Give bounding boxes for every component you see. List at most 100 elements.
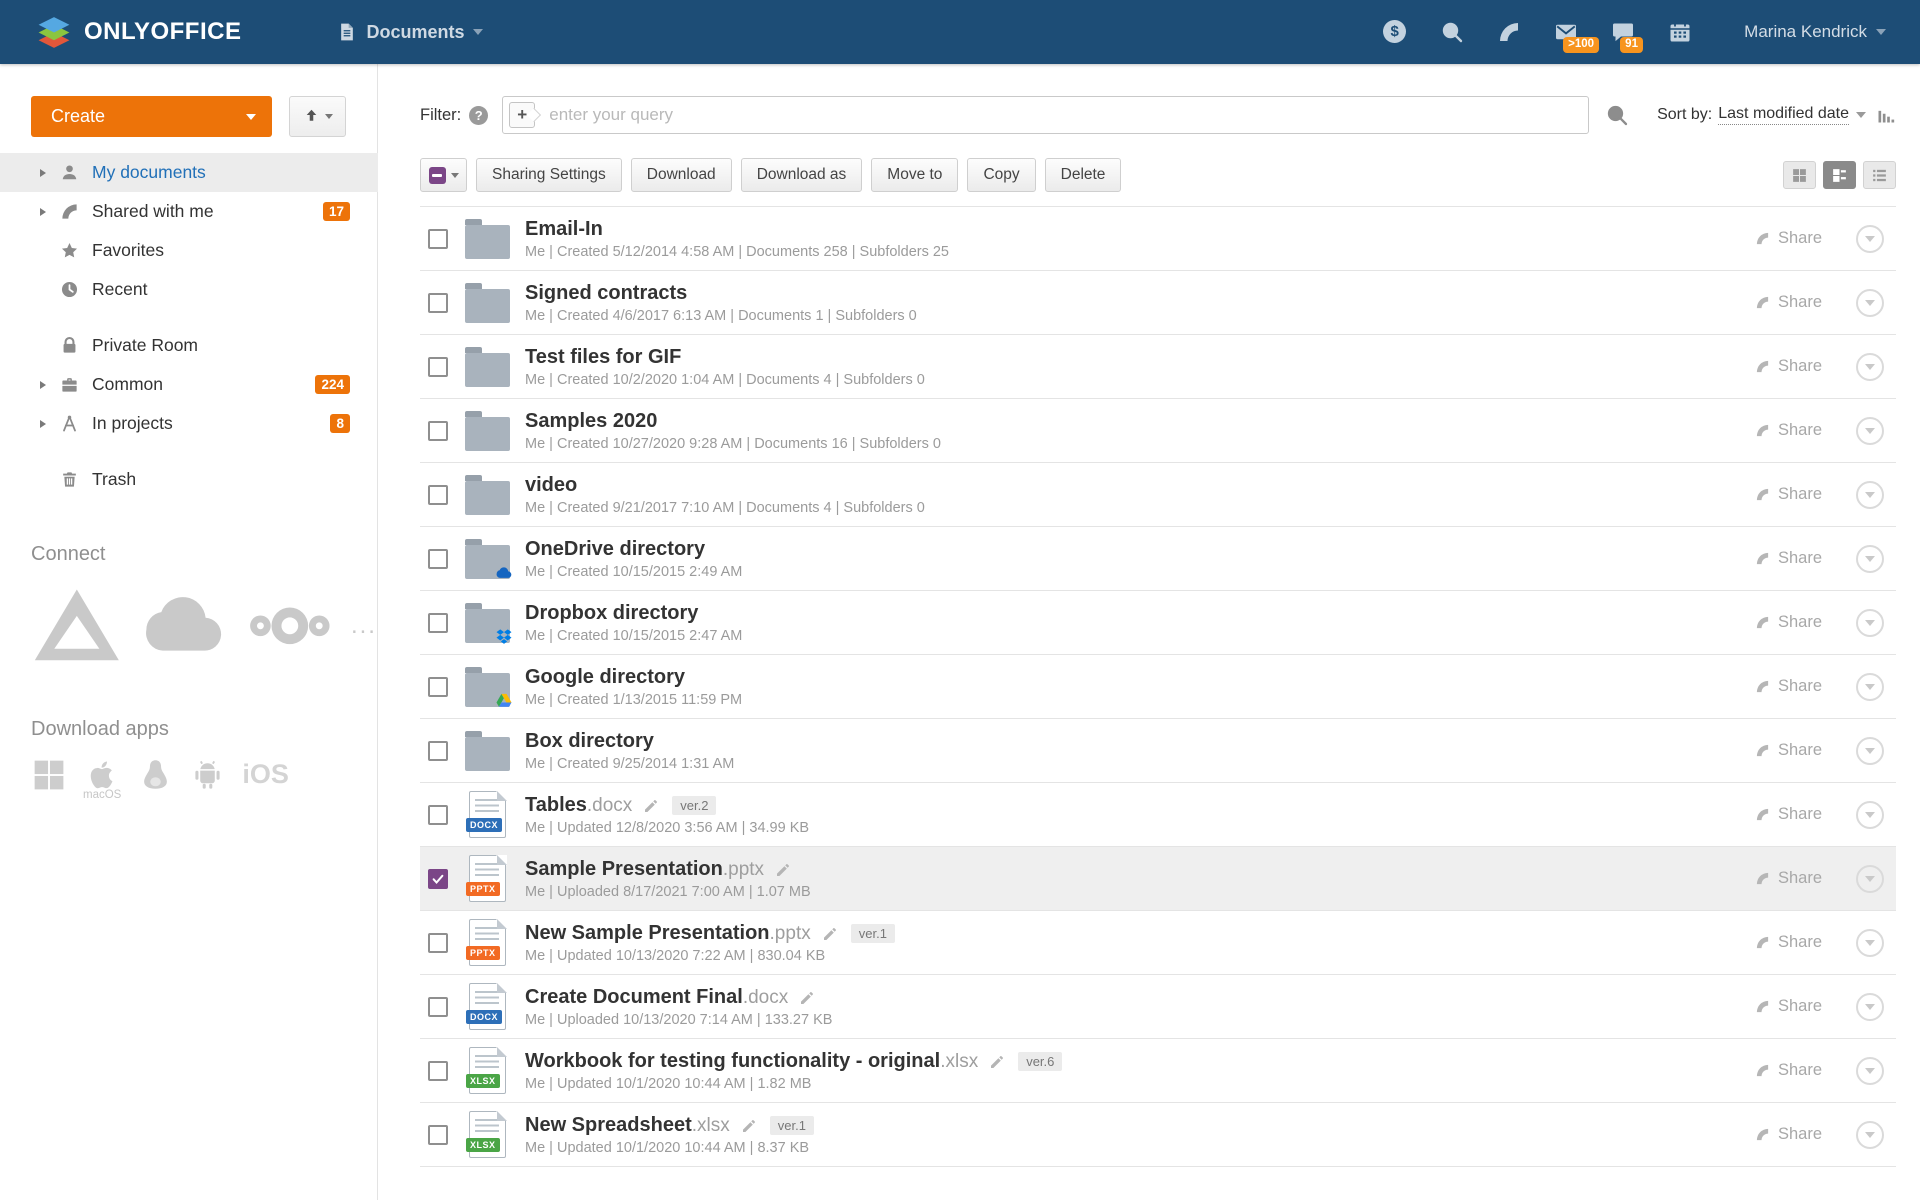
add-filter-button[interactable]: + [509,102,539,128]
file-row[interactable]: PPTXSample Presentation.pptxMe | Uploade… [420,847,1896,911]
share-button[interactable]: Share [1755,229,1822,248]
pencil-icon[interactable] [822,926,838,942]
file-row[interactable]: DOCXCreate Document Final.docxMe | Uploa… [420,975,1896,1039]
share-button[interactable]: Share [1755,933,1822,952]
row-menu-button[interactable] [1856,481,1884,509]
sidebar-item-favorites[interactable]: Favorites [0,231,378,270]
toolbar-move-to-button[interactable]: Move to [871,158,958,192]
row-menu-button[interactable] [1856,417,1884,445]
sidebar-item-shared-with-me[interactable]: Shared with me17 [0,192,378,231]
share-button[interactable]: Share [1755,421,1822,440]
row-menu-button[interactable] [1856,1057,1884,1085]
file-name[interactable]: Google directory [525,665,685,690]
sidebar-item-common[interactable]: Common224 [0,365,378,404]
expander-arrow-icon[interactable] [40,380,54,390]
expander-arrow-icon[interactable] [40,419,54,429]
calendar-button[interactable] [1668,20,1692,44]
row-menu-button[interactable] [1856,929,1884,957]
row-menu-button[interactable] [1856,353,1884,381]
file-name[interactable]: OneDrive directory [525,537,705,562]
file-row[interactable]: Signed contractsMe | Created 4/6/2017 6:… [420,271,1896,335]
compact-view-button[interactable] [1823,161,1856,189]
create-button[interactable]: Create [31,96,272,137]
row-checkbox[interactable] [428,485,448,505]
row-menu-button[interactable] [1856,993,1884,1021]
sidebar-item-recent[interactable]: Recent [0,270,378,309]
feed-button[interactable] [1497,20,1521,44]
share-button[interactable]: Share [1755,805,1822,824]
row-checkbox[interactable] [428,613,448,633]
search-icon[interactable] [1605,103,1629,127]
connect-gdrive-button[interactable] [31,580,123,672]
sidebar-item-in-projects[interactable]: In projects8 [0,404,378,443]
file-row[interactable]: XLSXWorkbook for testing functionality -… [420,1039,1896,1103]
file-row[interactable]: PPTXNew Sample Presentation.pptxver.1Me … [420,911,1896,975]
list-view-button[interactable] [1863,161,1896,189]
row-checkbox[interactable] [428,293,448,313]
sidebar-item-private-room[interactable]: Private Room [0,326,378,365]
row-menu-button[interactable] [1856,1121,1884,1149]
row-menu-button[interactable] [1856,545,1884,573]
file-name[interactable]: video [525,473,577,498]
pencil-icon[interactable] [643,798,659,814]
brand[interactable]: ONLYOFFICE [36,16,241,49]
row-menu-button[interactable] [1856,865,1884,893]
toolbar-copy-button[interactable]: Copy [967,158,1035,192]
more-services-button[interactable]: ... [351,621,377,631]
upload-button[interactable] [289,96,346,137]
module-selector[interactable]: Documents [337,21,483,43]
file-row[interactable]: Samples 2020Me | Created 10/27/2020 9:28… [420,399,1896,463]
connect-onedrive-button[interactable] [138,580,230,672]
row-menu-button[interactable] [1856,609,1884,637]
pencil-icon[interactable] [989,1054,1005,1070]
share-button[interactable]: Share [1755,613,1822,632]
version-badge[interactable]: ver.2 [672,796,716,815]
file-name[interactable]: Box directory [525,729,654,754]
mail-button[interactable]: >100 [1554,20,1578,44]
file-row[interactable]: Box directoryMe | Created 9/25/2014 1:31… [420,719,1896,783]
row-menu-button[interactable] [1856,225,1884,253]
sort-order-icon[interactable] [1876,105,1896,125]
file-name[interactable]: Workbook for testing functionality - ori… [525,1049,940,1074]
row-menu-button[interactable] [1856,289,1884,317]
row-menu-button[interactable] [1856,737,1884,765]
row-checkbox[interactable] [428,1125,448,1145]
sidebar-item-my-documents[interactable]: My documents [0,153,378,192]
select-all-button[interactable] [420,158,467,192]
toolbar-delete-button[interactable]: Delete [1045,158,1122,192]
file-row[interactable]: Google directoryMe | Created 1/13/2015 1… [420,655,1896,719]
version-badge[interactable]: ver.1 [851,924,895,943]
file-name[interactable]: Dropbox directory [525,601,698,626]
file-name[interactable]: Tables [525,793,587,818]
file-row[interactable]: Test files for GIFMe | Created 10/2/2020… [420,335,1896,399]
row-checkbox[interactable] [428,677,448,697]
toolbar-download-as-button[interactable]: Download as [741,158,863,192]
sort-selector[interactable]: Sort by: Last modified date [1657,105,1866,125]
pencil-icon[interactable] [799,990,815,1006]
row-checkbox[interactable] [428,421,448,441]
file-name[interactable]: Email-In [525,217,603,242]
file-name[interactable]: Test files for GIF [525,345,681,370]
app-ios-button[interactable]: iOS [242,757,289,792]
sort-value[interactable]: Last modified date [1718,105,1849,125]
chat-button[interactable]: 91 [1611,20,1635,44]
share-button[interactable]: Share [1755,741,1822,760]
share-button[interactable]: Share [1755,677,1822,696]
file-row[interactable]: XLSXNew Spreadsheet.xlsxver.1Me | Update… [420,1103,1896,1167]
row-checkbox[interactable] [428,229,448,249]
row-menu-button[interactable] [1856,801,1884,829]
version-badge[interactable]: ver.6 [1018,1052,1062,1071]
file-name[interactable]: Samples 2020 [525,409,657,434]
share-button[interactable]: Share [1755,357,1822,376]
filter-input[interactable] [539,105,1588,125]
select-all-checkbox[interactable] [429,167,446,184]
app-apple-button[interactable]: macOS [83,757,121,801]
version-badge[interactable]: ver.1 [770,1116,814,1135]
app-windows-button[interactable] [31,757,66,792]
toolbar-sharing-settings-button[interactable]: Sharing Settings [476,158,622,192]
file-row[interactable]: OneDrive directoryMe | Created 10/15/201… [420,527,1896,591]
row-checkbox[interactable] [428,741,448,761]
filter-box[interactable]: + [502,96,1589,134]
pencil-icon[interactable] [775,862,791,878]
file-row[interactable]: DOCXTables.docxver.2Me | Updated 12/8/20… [420,783,1896,847]
